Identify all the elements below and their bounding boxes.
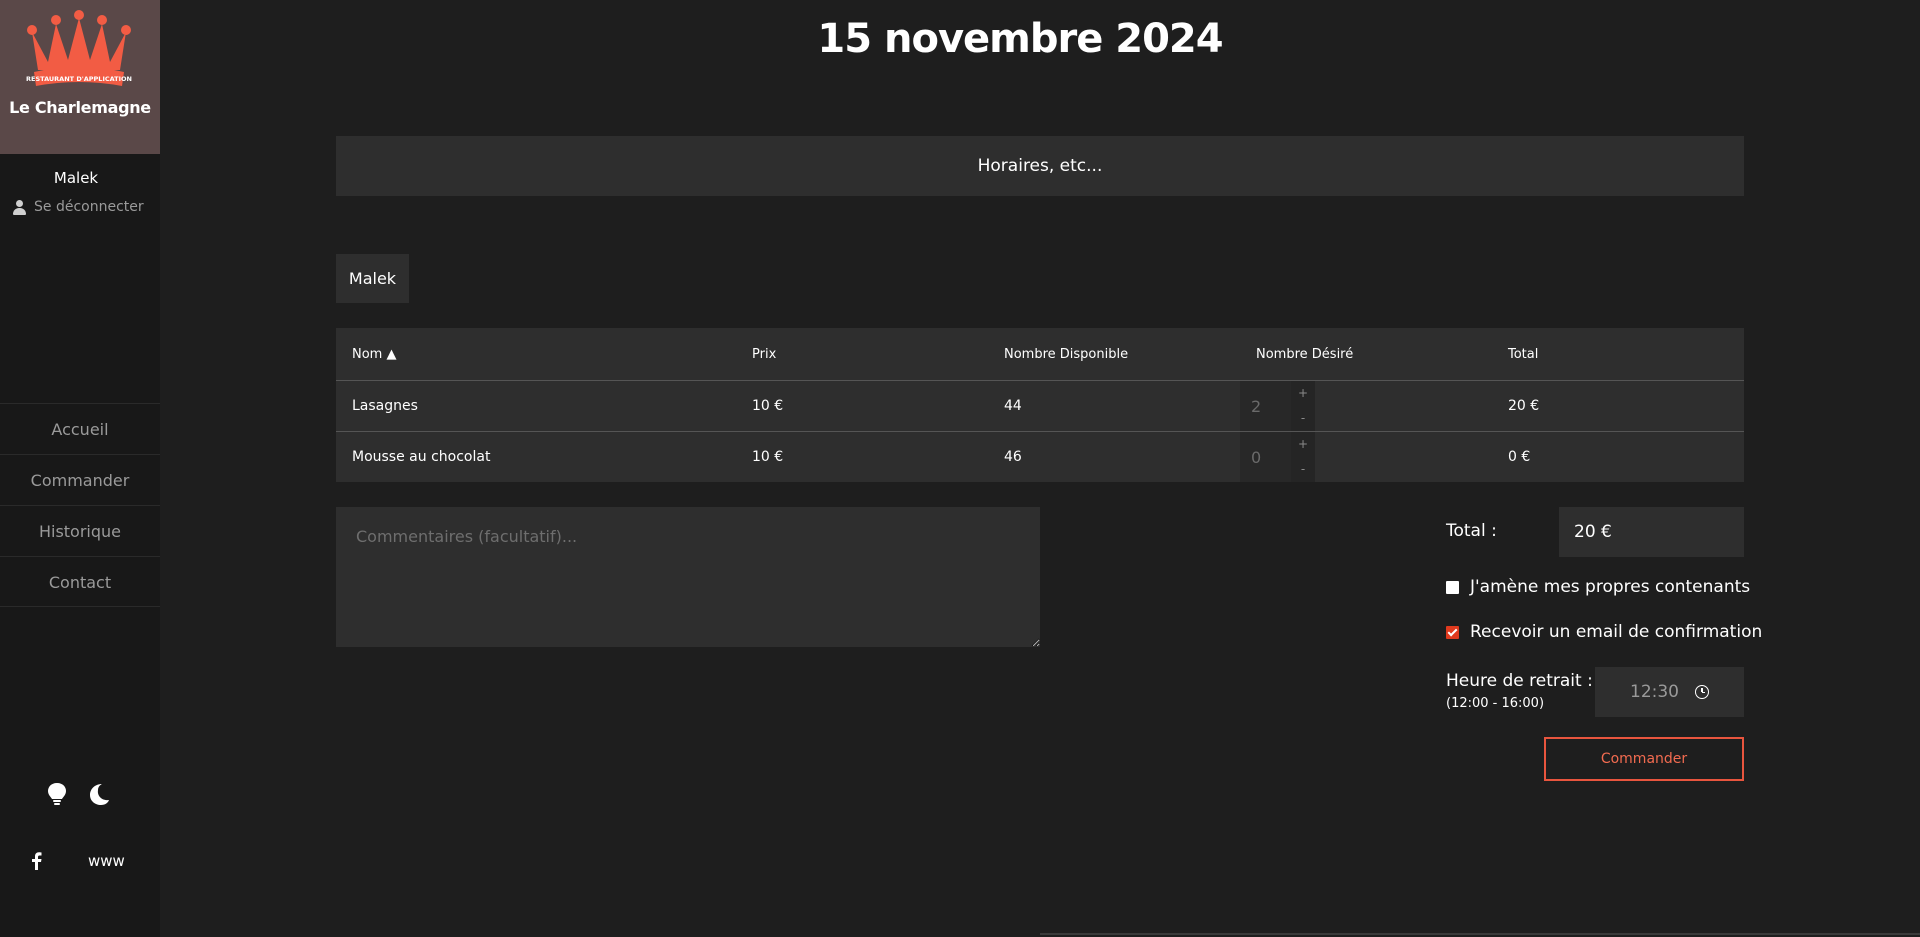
nav-item-accueil[interactable]: Accueil: [0, 403, 160, 454]
logo-badge-text: RESTAURANT D'APPLICATION: [26, 75, 132, 83]
own-containers-option[interactable]: J'amène mes propres contenants: [1446, 577, 1750, 597]
hours-accordion[interactable]: Horaires, etc...: [336, 136, 1744, 196]
item-name: Lasagnes: [352, 398, 418, 414]
email-confirmation-option[interactable]: Recevoir un email de confirmation: [1446, 622, 1762, 642]
logout-link[interactable]: Se déconnecter: [13, 199, 144, 215]
pickup-time-label: Heure de retrait :: [1446, 671, 1593, 691]
nav-item-commander[interactable]: Commander: [0, 454, 160, 505]
column-header-total[interactable]: Total: [1492, 347, 1744, 362]
column-header-name[interactable]: Nom ▲: [336, 347, 736, 362]
lightbulb-icon[interactable]: [46, 782, 68, 806]
tab-user[interactable]: Malek: [336, 254, 409, 303]
moon-icon[interactable]: [88, 782, 110, 806]
increment-button[interactable]: +: [1291, 381, 1315, 406]
total-label: Total :: [1446, 521, 1497, 541]
table-row: Lasagnes 10 € 44 + - 20 €: [336, 380, 1744, 431]
submit-order-button[interactable]: Commander: [1544, 737, 1744, 781]
page-title: 15 novembre 2024: [817, 16, 1223, 62]
item-total: 0 €: [1508, 449, 1531, 465]
nav-item-contact[interactable]: Contact: [0, 556, 160, 607]
clock-icon[interactable]: [1695, 685, 1709, 699]
item-available: 44: [1004, 398, 1022, 414]
user-name: Malek: [53, 169, 99, 187]
item-price: 10 €: [752, 398, 784, 414]
decrement-button[interactable]: -: [1291, 457, 1315, 482]
email-confirmation-label: Recevoir un email de confirmation: [1470, 622, 1763, 642]
own-containers-checkbox[interactable]: [1446, 580, 1459, 594]
total-value: 20 €: [1559, 507, 1744, 557]
pickup-time-input[interactable]: 12:30: [1595, 667, 1744, 717]
logo[interactable]: RESTAURANT D'APPLICATION Le Charlemagne: [0, 0, 160, 154]
pickup-time-value: 12:30: [1630, 682, 1679, 702]
quantity-input[interactable]: [1240, 432, 1291, 482]
increment-button[interactable]: +: [1291, 432, 1315, 457]
theme-switcher: [46, 782, 110, 806]
sidebar: RESTAURANT D'APPLICATION Le Charlemagne …: [0, 0, 160, 937]
comments-field[interactable]: [336, 507, 1040, 647]
table-header-row: Nom ▲ Prix Nombre Disponible Nombre Dési…: [336, 328, 1744, 380]
crown-logo-icon: RESTAURANT D'APPLICATION: [26, 10, 132, 86]
order-table: Nom ▲ Prix Nombre Disponible Nombre Dési…: [336, 328, 1744, 482]
table-row: Mousse au chocolat 10 € 46 + - 0 €: [336, 431, 1744, 482]
main-nav: Accueil Commander Historique Contact: [0, 403, 160, 607]
bottom-divider: [1040, 933, 1920, 935]
website-link[interactable]: www: [88, 852, 125, 870]
nav-item-historique[interactable]: Historique: [0, 505, 160, 556]
social-links: www: [30, 852, 125, 870]
item-available: 46: [1004, 449, 1022, 465]
decrement-button[interactable]: -: [1291, 406, 1315, 431]
brand-name: Le Charlemagne: [9, 98, 151, 117]
item-name: Mousse au chocolat: [352, 449, 491, 465]
column-header-desired-label: Nombre Désiré: [1256, 346, 1354, 362]
quantity-input[interactable]: [1240, 381, 1291, 431]
email-confirmation-checkbox[interactable]: [1446, 625, 1459, 639]
logout-label: Se déconnecter: [34, 199, 144, 215]
user-icon: [13, 199, 26, 215]
item-price: 10 €: [752, 449, 784, 465]
column-header-available[interactable]: Nombre Disponible: [988, 347, 1240, 362]
pickup-time-range: (12:00 - 16:00): [1446, 696, 1545, 711]
column-header-desired[interactable]: Nombre Désiré: [1240, 328, 1492, 380]
item-total: 20 €: [1508, 398, 1540, 414]
quantity-stepper: + -: [1240, 381, 1492, 431]
own-containers-label: J'amène mes propres contenants: [1470, 577, 1751, 597]
column-header-price[interactable]: Prix: [736, 347, 988, 362]
facebook-icon[interactable]: [30, 852, 42, 870]
quantity-stepper: + -: [1240, 432, 1492, 482]
